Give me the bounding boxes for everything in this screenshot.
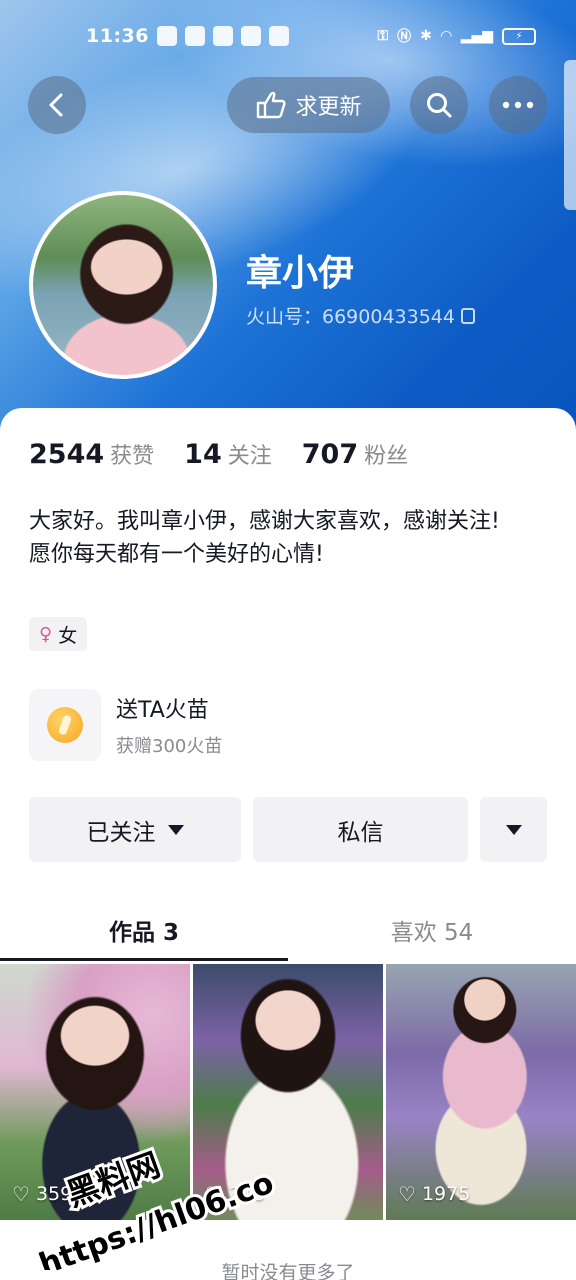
stat-value: 2544 <box>29 439 105 470</box>
request-update-button[interactable]: 求更新 <box>227 77 390 133</box>
status-indicators: ⚿ Ⓝ ✱ ◠ ▂▄▆ ⚡ <box>378 26 536 46</box>
recommend-dropdown-button[interactable] <box>480 797 547 862</box>
stat-following[interactable]: 14 关注 <box>184 438 272 470</box>
avatar[interactable] <box>29 191 217 379</box>
tab-likes[interactable]: 喜欢 54 <box>288 900 576 960</box>
tab-indicator <box>0 958 288 961</box>
more-options-button[interactable] <box>489 76 547 134</box>
back-button[interactable] <box>28 76 86 134</box>
edge-handle[interactable] <box>564 60 576 210</box>
wifi-icon: ◠ <box>440 28 452 44</box>
heart-icon: ♡ <box>398 1182 416 1206</box>
stat-value: 707 <box>301 439 359 470</box>
profile-id-text: 火山号：66900433544 <box>246 306 455 328</box>
profile-stats: 2544 获赞 14 关注 707 粉丝 <box>29 438 408 470</box>
nfc-icon: Ⓝ <box>397 29 412 45</box>
like-count: ♡ 359 <box>12 1182 72 1206</box>
followed-label: 已关注 <box>86 819 156 846</box>
stat-value: 14 <box>184 439 222 470</box>
stat-label: 获赞 <box>110 444 155 469</box>
stat-likes[interactable]: 2544 获赞 <box>29 438 154 470</box>
wechat-icon <box>240 26 261 46</box>
battery-icon: ⚡ <box>502 27 536 45</box>
stat-label: 关注 <box>227 444 272 469</box>
heart-icon: ♡ <box>205 1182 223 1206</box>
flame-icon-box <box>29 689 101 761</box>
signal-icon: ▂▄▆ <box>460 28 493 44</box>
more-dots-icon <box>502 101 534 109</box>
stat-followers[interactable]: 707 粉丝 <box>302 438 408 470</box>
followed-button[interactable]: 已关注 <box>29 797 241 862</box>
like-count-value: 1975 <box>421 1183 471 1205</box>
status-app-icons <box>156 26 289 46</box>
bulb-app-icon <box>212 26 233 46</box>
heart-icon: ♡ <box>12 1182 30 1206</box>
bio-line: 大家好。我叫章小伊，感谢大家喜欢，感谢关注! <box>29 509 500 534</box>
like-count-value: 359 <box>35 1183 73 1205</box>
caret-down-icon <box>167 824 184 835</box>
bio-line: 愿你每天都有一个美好的心情! <box>29 542 324 567</box>
no-more-text: 暂时没有更多了 <box>221 1262 355 1280</box>
video-thumbnail[interactable]: ♡ 1975 <box>386 964 576 1220</box>
key-icon: ⚿ <box>377 28 389 44</box>
video-thumbnail[interactable]: ♡ 359 <box>0 964 190 1220</box>
copy-icon[interactable] <box>460 307 475 324</box>
message-label: 私信 <box>337 819 384 846</box>
gender-label: 女 <box>58 624 78 647</box>
like-count: ♡ 210 <box>205 1182 265 1206</box>
profile-bio: 大家好。我叫章小伊，感谢大家喜欢，感谢关注! 愿你每天都有一个美好的心情! <box>29 505 549 571</box>
profile-name: 章小伊 <box>246 253 355 294</box>
like-count-value: 210 <box>228 1183 266 1205</box>
video-thumbnail[interactable]: ♡ 210 <box>193 964 383 1220</box>
content-tabs: 作品 3 喜欢 54 <box>0 900 576 960</box>
caret-down-icon <box>505 824 522 835</box>
search-button[interactable] <box>410 76 468 134</box>
female-icon: ♀ <box>39 623 53 645</box>
profile-id[interactable]: 火山号：66900433544 <box>246 302 475 329</box>
status-bar: 11:36 ⚿ Ⓝ ✱ ◠ ▂▄▆ ⚡ <box>0 0 576 72</box>
message-button[interactable]: 私信 <box>253 797 468 862</box>
search-icon <box>427 93 452 118</box>
app-notification-icon <box>156 26 177 46</box>
gift-subtitle: 获赠300火苗 <box>116 736 223 757</box>
gift-title: 送TA火苗 <box>116 698 209 723</box>
hand-pointer-icon <box>257 91 287 119</box>
status-time: 11:36 <box>86 25 149 47</box>
flame-icon <box>47 707 83 743</box>
chevron-left-icon <box>49 93 63 117</box>
action-buttons: 已关注 私信 <box>29 797 547 862</box>
request-update-label: 求更新 <box>295 95 362 120</box>
flag-app-icon <box>268 26 289 46</box>
gift-text: 送TA火苗 获赠300火苗 <box>116 692 222 758</box>
like-count: ♡ 1975 <box>398 1182 470 1206</box>
tab-works[interactable]: 作品 3 <box>0 900 288 960</box>
bluetooth-icon: ✱ <box>420 28 432 44</box>
works-grid: ♡ 359 ♡ 210 ♡ 1975 <box>0 964 576 1220</box>
stat-label: 粉丝 <box>364 444 409 469</box>
gender-tag: ♀ 女 <box>29 617 88 651</box>
shield-app-icon <box>184 26 205 46</box>
send-flame-row[interactable]: 送TA火苗 获赠300火苗 <box>29 689 222 761</box>
